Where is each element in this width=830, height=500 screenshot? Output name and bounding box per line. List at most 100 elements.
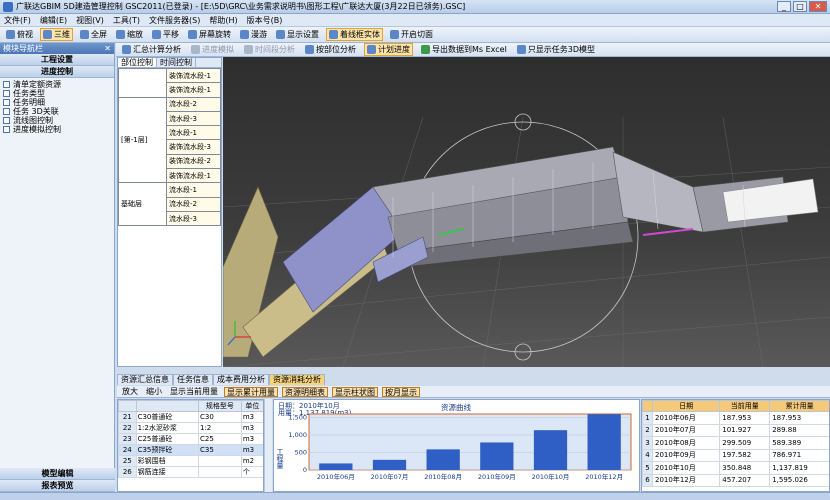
show-current-usage-button[interactable]: 显示当前用量	[168, 387, 220, 397]
display-settings-button[interactable]: 显示设置	[274, 28, 321, 41]
tab-time-control[interactable]: 时间控制	[157, 58, 196, 67]
pan-button[interactable]: 平移	[150, 28, 181, 41]
menu-version[interactable]: 版本号(B)	[247, 15, 283, 26]
3d-view-button[interactable]: 三维	[40, 28, 73, 41]
excel-icon	[421, 45, 430, 54]
segment-cell[interactable]: 流水段-1	[166, 182, 221, 198]
bar	[319, 463, 353, 470]
fullscreen-button[interactable]: 全屏	[78, 28, 109, 41]
segment-cell[interactable]: 流水段-2	[166, 196, 221, 212]
tab-resource-consumption[interactable]: 资源消耗分析	[269, 374, 325, 385]
bar	[372, 459, 407, 470]
clock-icon	[244, 45, 253, 54]
top-view-button[interactable]: 俯视	[4, 28, 35, 41]
export-excel-button[interactable]: 导出数据到Ms Excel	[419, 43, 509, 56]
3d-model-viewport[interactable]	[223, 57, 830, 367]
table-row[interactable]: 26 钢筋连接个	[118, 466, 263, 478]
tab-location-control[interactable]: 部位控制	[118, 58, 157, 67]
close-icon[interactable]: ✕	[104, 44, 111, 53]
zoom-button[interactable]: 缩放	[114, 28, 145, 41]
section-plane-button[interactable]: 开启切面	[388, 28, 435, 41]
title-bar: 广联达GBIM 5D建造管理控制 GSC2011(已登录) - [E:\5D\G…	[0, 0, 830, 14]
nav-item-schedule-simulation[interactable]: 进度模拟控制	[3, 125, 114, 134]
maximize-button[interactable]: □	[793, 1, 807, 12]
cube-icon	[43, 30, 52, 39]
top-view-icon	[6, 30, 15, 39]
table-row[interactable]: 6 2010年12月 457.207 1,595.026	[642, 473, 829, 487]
table-scrollbar[interactable]	[264, 399, 272, 492]
list-icon	[3, 99, 10, 106]
table-row[interactable]: 21 C30普通砼 C30 m3	[118, 411, 263, 423]
time-range-analysis-button[interactable]: 时间段分析	[242, 43, 297, 56]
segment-cell[interactable]: 装饰流水段-2	[166, 153, 221, 170]
segment-cell[interactable]: 流水段-3	[166, 110, 221, 127]
resource-table: 规格型号 单位 21 C30普通砼 C30 m3 22 1:2水泥砂浆 1:2 m3 23 C…	[117, 399, 264, 492]
rotate-button[interactable]: 屏幕旋转	[186, 28, 233, 41]
chart-icon	[3, 117, 10, 124]
table-row[interactable]: 25 彩钢围档 m2	[118, 455, 263, 467]
nav-tree: 清单定额资源 任务类型 任务明细 任务 3D关联 流线图控制 进度模拟控制	[0, 78, 114, 134]
segment-cell[interactable]: 流水段-3	[166, 210, 221, 227]
table-row[interactable]: 5 2010年10月 350.848 1,137.819	[642, 461, 829, 475]
table-row[interactable]: 22 1:2水泥砂浆 1:2 m3	[118, 422, 263, 434]
wireframe-solid-button[interactable]: 着线框实体	[326, 28, 383, 41]
table-row[interactable]: 1 2010年06月 187.953 187.953	[642, 411, 829, 425]
monthly-display-button[interactable]: 按月显示	[382, 386, 420, 397]
table-row[interactable]: 装饰流水段-1	[118, 67, 221, 98]
planned-schedule-button[interactable]: 计划进度	[364, 43, 413, 56]
table-row[interactable]: 23 C25普通砼 C25 m3	[118, 433, 263, 445]
schedule-simulation-button[interactable]: 进度模拟	[189, 43, 236, 56]
chart-svg: 日期：2010年10月 用量：1,137.819(m3) 资源曲线 工程量 05…	[276, 401, 632, 481]
summary-calc-button[interactable]: 汇总计算分析	[120, 43, 183, 56]
y-tick-label: 1,500	[288, 414, 307, 422]
segment-cell[interactable]: 流水段-2	[166, 96, 221, 112]
zoom-in-button[interactable]: 放大	[120, 387, 140, 397]
list-icon	[3, 90, 10, 97]
segment-cell[interactable]: 装饰流水段-3	[166, 139, 221, 155]
menu-edit[interactable]: 编辑(E)	[40, 15, 67, 26]
level-cell: [第-1层]	[118, 96, 167, 184]
column-header: 单位	[240, 400, 263, 412]
table-row[interactable]: [第-1层] 流水段-2	[118, 96, 221, 184]
segment-cell[interactable]: 装饰流水段-1	[166, 82, 221, 98]
y-tick-label: 1,000	[288, 431, 307, 439]
tab-resource-summary[interactable]: 资源汇总信息	[117, 374, 173, 385]
table-row[interactable]: 4 2010年09月 197.582 786.971	[642, 448, 829, 462]
table-row[interactable]: 3 2010年08月 299.509 589.389	[642, 436, 829, 450]
hand-icon	[152, 30, 161, 39]
nav-section-report-preview[interactable]: 报表预览	[0, 480, 115, 492]
level-cell	[118, 68, 167, 98]
nav-section-schedule-control[interactable]: 进度控制	[0, 66, 114, 78]
close-button[interactable]: ✕	[809, 1, 827, 12]
segment-cell[interactable]: 装饰流水段-1	[166, 67, 221, 84]
tab-cost-analysis[interactable]: 成本费用分析	[213, 374, 269, 385]
walkthrough-button[interactable]: 漫游	[238, 28, 269, 41]
table-row-selected[interactable]: 24 C35预拌砼 C35 m3	[118, 444, 263, 456]
resource-detail-button[interactable]: 资源明细表	[282, 386, 328, 397]
menu-tools[interactable]: 工具(T)	[113, 15, 140, 26]
zoom-out-button[interactable]: 缩小	[144, 387, 164, 397]
show-task-3d-button[interactable]: 只显示任务3D模型	[515, 43, 597, 56]
menu-help[interactable]: 帮助(H)	[209, 15, 237, 26]
menu-view[interactable]: 视图(V)	[76, 15, 104, 26]
settings-icon	[276, 30, 285, 39]
menu-file-server[interactable]: 文件服务器(S)	[149, 15, 200, 26]
fullscreen-icon	[80, 30, 89, 39]
bar	[480, 442, 514, 470]
window-title: 广联达GBIM 5D建造管理控制 GSC2011(已登录) - [E:\5D\G…	[16, 2, 466, 11]
menu-file[interactable]: 文件(F)	[4, 15, 31, 26]
tab-task-info[interactable]: 任务信息	[173, 374, 213, 385]
table-row[interactable]: 2 2010年07月 101.927 289.88	[642, 423, 829, 437]
minimize-button[interactable]: _	[777, 1, 791, 12]
table-row[interactable]: 基础层 流水段-1	[118, 182, 221, 227]
nav-section-project-settings[interactable]: 工程设置	[0, 54, 114, 66]
segment-cell[interactable]: 装饰流水段-1	[166, 168, 221, 184]
nav-section-model-edit[interactable]: 模型编辑	[0, 468, 115, 480]
show-cumulative-usage-button[interactable]: 显示累计用量	[224, 386, 278, 397]
model-icon	[516, 45, 526, 54]
x-tick-label: 2010年10月	[532, 472, 570, 481]
location-analysis-button[interactable]: 按部位分析	[303, 43, 358, 56]
segment-cell[interactable]: 流水段-1	[166, 125, 221, 141]
module-navigation-panel: 模块导航栏 ✕ 工程设置 进度控制 清单定额资源 任务类型 任务明细 任务 3D…	[0, 43, 115, 492]
show-bar-chart-button[interactable]: 显示柱状图	[332, 386, 378, 397]
